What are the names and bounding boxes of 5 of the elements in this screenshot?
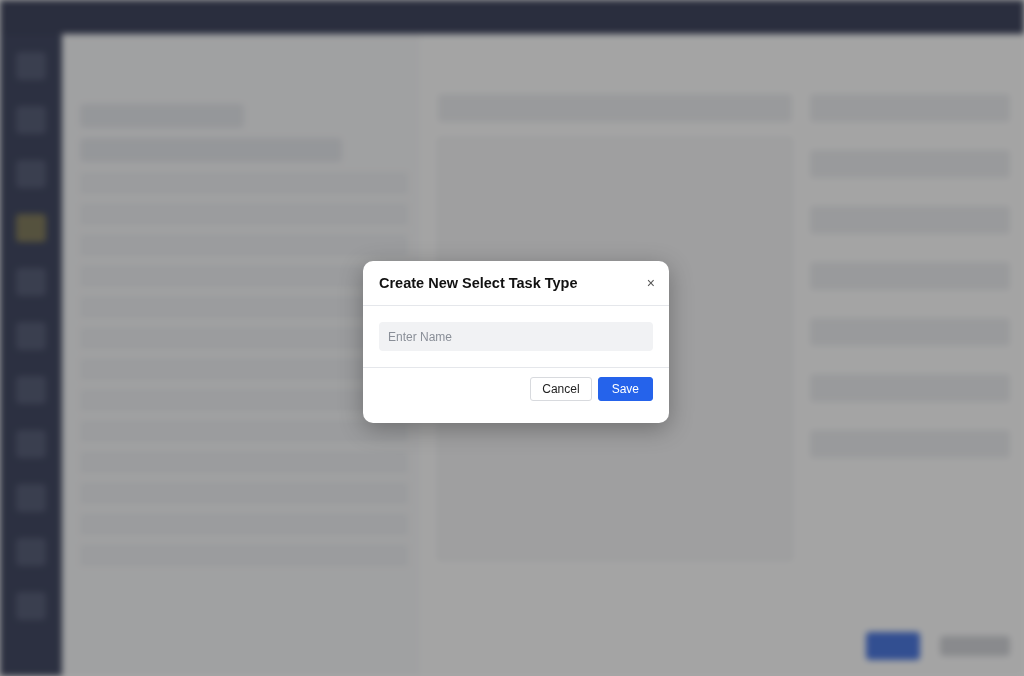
close-button[interactable]: × <box>644 275 657 291</box>
cancel-button[interactable]: Cancel <box>530 377 592 401</box>
save-button[interactable]: Save <box>597 377 653 401</box>
dialog-title: Create New Select Task Type <box>379 275 578 291</box>
name-input-field[interactable]: Enter Name <box>379 322 653 351</box>
